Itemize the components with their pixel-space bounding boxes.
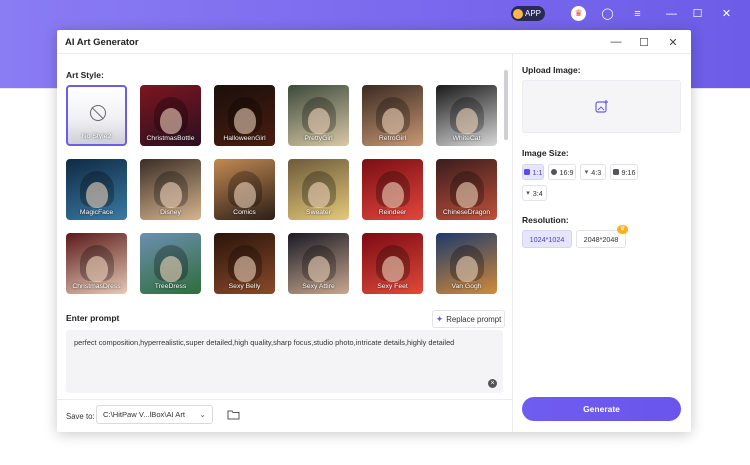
app-badge-label: APP xyxy=(525,9,542,18)
style-tile-label: TreeDress xyxy=(154,283,187,290)
save-path-select[interactable]: C:\HitPaw V...lBox\AI Art ⌄ xyxy=(96,405,213,424)
style-tile-label: Sexy Belly xyxy=(228,283,261,290)
app-maximize-icon[interactable]: ☐ xyxy=(690,6,705,21)
style-tile[interactable]: MagicFace xyxy=(66,159,127,220)
style-tile-label: Sweater xyxy=(306,209,331,216)
size-option-label: 16:9 xyxy=(559,167,574,177)
style-tile-label: Reindeer xyxy=(378,209,407,216)
style-tile[interactable]: ChristmasDress xyxy=(66,233,127,294)
generate-button[interactable]: Generate xyxy=(522,397,681,421)
resolution-label-2048: 2048*2048 xyxy=(583,234,619,244)
style-tile-label: RetroGirl xyxy=(378,135,407,142)
style-tile-label: ChristmasBottle xyxy=(146,135,195,142)
style-tile[interactable]: Reindeer xyxy=(362,159,423,220)
size-option-label: 1:1 xyxy=(532,167,543,177)
ai-art-generator-dialog: AI Art Generator — ☐ ✕ Art Style: No Sty… xyxy=(57,30,691,432)
sparkle-icon: ✦ xyxy=(435,313,444,324)
size-option-4-3[interactable]: ▾ 4:3 xyxy=(580,164,606,180)
enter-prompt-label: Enter prompt xyxy=(66,313,120,323)
image-size-row-2: ▾ 3:4 xyxy=(522,185,547,201)
dialog-close-icon[interactable]: ✕ xyxy=(666,35,680,49)
size-option-1-1[interactable]: 1:1 xyxy=(522,164,544,180)
style-tile[interactable]: Disney xyxy=(140,159,201,220)
resolution-options: 1024*1024 2048*2048 ♛ xyxy=(522,225,628,248)
chevron-down-icon: ⌄ xyxy=(199,410,206,419)
size-option-9-16[interactable]: 9:16 xyxy=(610,164,638,180)
style-tile[interactable]: RetroGirl xyxy=(362,85,423,146)
style-tile-label: MagicFace xyxy=(79,209,114,216)
style-tile[interactable]: Comics xyxy=(214,159,275,220)
art-style-grid: No Style2 ChristmasBottle HalloweenGirl Pre… xyxy=(66,85,506,294)
style-tile-label: ChineseDragon xyxy=(442,209,491,216)
style-tile-label: Sexy Feet xyxy=(377,283,408,290)
style-tile-label: ChristmasDress xyxy=(72,283,121,290)
left-panel: Art Style: No Style2 ChristmasBottle Hallo… xyxy=(57,54,512,432)
twitter-icon: ▾ xyxy=(526,190,530,197)
upload-image-area[interactable] xyxy=(522,80,681,133)
prompt-input[interactable]: perfect composition,hyperrealistic,super… xyxy=(66,330,503,393)
clear-prompt-icon[interactable]: × xyxy=(488,379,497,388)
save-path-value: C:\HitPaw V...lBox\AI Art xyxy=(103,410,186,419)
app-close-icon[interactable]: ✕ xyxy=(719,6,734,21)
prompt-text: perfect composition,hyperrealistic,super… xyxy=(74,338,455,347)
app-icon xyxy=(513,8,523,19)
replace-prompt-button[interactable]: ✦ Replace prompt xyxy=(432,310,505,328)
premium-crown-icon: ♛ xyxy=(617,225,628,234)
dialog-minimize-icon[interactable]: — xyxy=(609,35,623,49)
style-tile-label: WhiteCat xyxy=(452,135,481,142)
style-tile-label: Comics xyxy=(233,209,256,216)
size-option-3-4[interactable]: ▾ 3:4 xyxy=(522,185,547,201)
menu-icon[interactable]: ≡ xyxy=(630,6,645,21)
style-tile-label: Van Gogh xyxy=(451,283,482,290)
right-panel: Upload Image: Image Size: 1:1 16:9 ▾ 4:3 xyxy=(513,54,691,432)
folder-icon[interactable] xyxy=(227,409,240,420)
save-to-label: Save to: xyxy=(66,412,95,421)
dialog-title: AI Art Generator xyxy=(65,37,139,48)
resolution-1024[interactable]: 1024*1024 xyxy=(522,230,572,248)
bottom-divider xyxy=(57,399,512,400)
style-tile[interactable]: Van Gogh xyxy=(436,233,497,294)
dialog-maximize-icon[interactable]: ☐ xyxy=(637,35,651,49)
size-option-label: 4:3 xyxy=(591,167,602,177)
style-tile-label: Disney xyxy=(160,209,181,216)
resolution-label-1024: 1024*1024 xyxy=(529,234,565,244)
resolution-2048[interactable]: 2048*2048 ♛ xyxy=(576,225,628,248)
size-option-16-9[interactable]: 16:9 xyxy=(548,164,576,180)
replace-prompt-label: Replace prompt xyxy=(446,314,502,324)
style-tile[interactable]: No Style2 xyxy=(66,85,127,146)
app-badge[interactable]: APP xyxy=(511,6,545,21)
generate-label: Generate xyxy=(583,404,620,414)
account-icon[interactable]: ◯ xyxy=(600,6,615,21)
upload-image-label: Upload Image: xyxy=(522,65,581,75)
no-style-icon xyxy=(90,105,106,121)
style-tile-label: No Style2 xyxy=(81,133,112,140)
instagram-icon xyxy=(612,169,619,175)
style-tile[interactable]: Sexy Belly xyxy=(214,233,275,294)
size-option-label: 9:16 xyxy=(621,167,636,177)
youtube-icon xyxy=(550,169,557,175)
style-tile[interactable]: ChineseDragon xyxy=(436,159,497,220)
style-tile[interactable]: HalloweenGirl xyxy=(214,85,275,146)
style-tile[interactable]: PrettyGirl xyxy=(288,85,349,146)
add-image-icon xyxy=(595,100,608,113)
style-tile-label: HalloweenGirl xyxy=(223,135,266,142)
style-tile[interactable]: Sweater xyxy=(288,159,349,220)
style-tile[interactable]: TreeDress xyxy=(140,233,201,294)
app-minimize-icon[interactable]: — xyxy=(664,6,679,21)
twitter-icon: ▾ xyxy=(584,169,589,176)
image-size-row-1: 1:1 16:9 ▾ 4:3 9:16 xyxy=(522,164,638,180)
style-tile-label: PrettyGirl xyxy=(304,135,333,142)
style-tile[interactable]: ChristmasBottle xyxy=(140,85,201,146)
style-tile-label: Sexy Attire xyxy=(302,283,335,290)
resolution-label: Resolution: xyxy=(522,215,569,225)
art-style-label: Art Style: xyxy=(66,70,104,80)
square-icon xyxy=(523,169,530,175)
image-size-label: Image Size: xyxy=(522,148,569,158)
vip-icon[interactable]: ♛ xyxy=(571,6,586,21)
style-tile[interactable]: Sexy Feet xyxy=(362,233,423,294)
style-tile[interactable]: WhiteCat xyxy=(436,85,497,146)
style-scrollbar[interactable] xyxy=(504,70,508,140)
size-option-label: 3:4 xyxy=(532,188,543,198)
style-tile[interactable]: Sexy Attire xyxy=(288,233,349,294)
